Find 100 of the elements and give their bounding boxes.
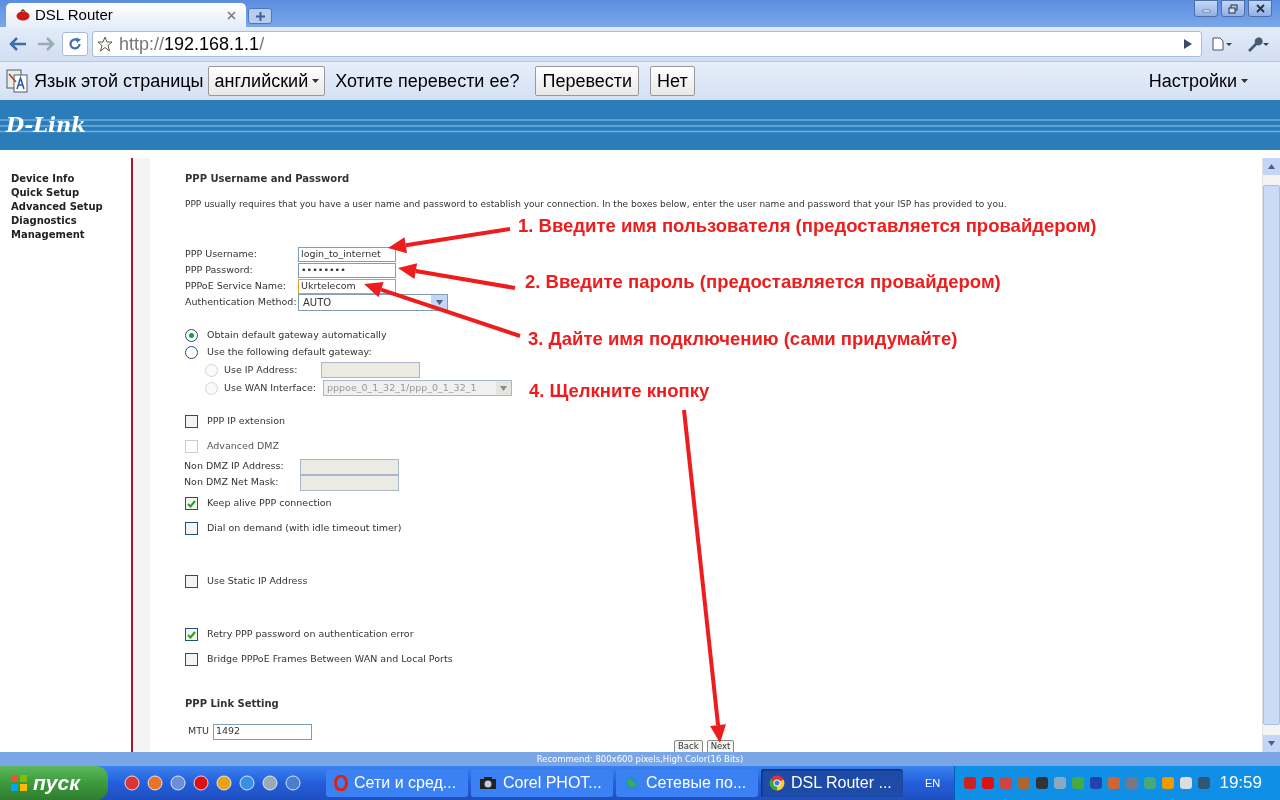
- globe-icon: [624, 775, 640, 791]
- radio-label: Use IP Address:: [224, 362, 299, 377]
- translate-icon: [6, 69, 28, 93]
- nav-link[interactable]: Device Info: [11, 172, 131, 186]
- radio-button[interactable]: [185, 329, 198, 342]
- mtu-label: MTU: [188, 724, 209, 739]
- tray-icon[interactable]: [981, 776, 995, 790]
- field-label: PPPoE Service Name:: [185, 279, 288, 294]
- field-label: Authentication Method:: [185, 295, 298, 310]
- checkbox-label: Bridge PPPoE Frames Between WAN and Local Ports: [207, 652, 453, 667]
- windows-logo-icon: [10, 774, 28, 792]
- checkbox-label: Keep alive PPP connection: [207, 496, 332, 511]
- dropdown-button[interactable]: [496, 381, 511, 395]
- checkbox-label: PPP IP extension: [207, 414, 286, 429]
- quick-launch-icon[interactable]: [170, 775, 186, 791]
- plus-icon: [255, 11, 265, 21]
- page-icon: [1211, 37, 1233, 51]
- checkbox[interactable]: [185, 628, 198, 641]
- checkbox[interactable]: [185, 575, 198, 588]
- quick-launch-icon[interactable]: [147, 775, 163, 791]
- close-icon: [1255, 4, 1265, 13]
- text-field[interactable]: [300, 458, 399, 475]
- taskbar-button[interactable]: Сети и сред...: [326, 769, 468, 797]
- quick-launch-icon[interactable]: [216, 775, 232, 791]
- radio-label: Obtain default gateway automatically: [207, 328, 387, 343]
- restore-icon: [1228, 3, 1238, 14]
- checkbox[interactable]: [185, 497, 198, 510]
- nav-link[interactable]: Quick Setup: [11, 186, 131, 200]
- quick-launch-icon[interactable]: [262, 775, 278, 791]
- tab-title: DSL Router: [35, 4, 114, 25]
- minimize-button[interactable]: [1194, 0, 1218, 17]
- section-title: PPP Username and Password: [185, 172, 351, 186]
- check-icon: [187, 630, 196, 639]
- scroll-down-button[interactable]: [1263, 735, 1280, 752]
- start-button[interactable]: пуск: [0, 766, 108, 800]
- nav-link[interactable]: Advanced Setup: [11, 200, 131, 214]
- reload-icon: [68, 37, 82, 51]
- settings-menu[interactable]: Настройки: [1148, 67, 1248, 95]
- tray-icon[interactable]: [1179, 776, 1193, 790]
- checkbox-label: Retry PPP password on authentication error: [207, 627, 414, 642]
- caret-icon: [1241, 79, 1248, 83]
- browser-tab[interactable]: DSL Router: [6, 3, 246, 27]
- annotation-text: 1. Введите имя пользователя (предоставляется провайдером): [518, 215, 1097, 237]
- scroll-up-button[interactable]: [1263, 158, 1280, 175]
- quick-launch-icon[interactable]: [285, 775, 301, 791]
- language-select[interactable]: английский: [208, 66, 326, 96]
- wrench-icon: [1246, 36, 1270, 52]
- letter-o-icon: [334, 775, 348, 791]
- next-button[interactable]: Next: [706, 740, 735, 752]
- forward-icon[interactable]: [37, 37, 55, 51]
- maximize-button[interactable]: [1221, 0, 1245, 17]
- checkbox-label: Advanced DMZ: [207, 439, 279, 454]
- field-label: PPP Username:: [185, 247, 258, 262]
- address-bar[interactable]: http://192.168.1.1/: [92, 31, 1202, 57]
- close-icon[interactable]: [227, 10, 236, 20]
- description: PPP usually requires that you have a user name and password to establish your connection. In the boxes below, enter the user name and password that your ISP has provided to you.: [185, 198, 1008, 211]
- nav-link[interactable]: Management: [11, 228, 131, 242]
- camera-icon: [479, 776, 497, 790]
- start-label: пуск: [33, 770, 80, 797]
- back-icon[interactable]: [9, 37, 27, 51]
- text-field[interactable]: login_to_internet: [298, 247, 396, 262]
- close-button[interactable]: [1248, 0, 1272, 17]
- tray-icon[interactable]: [1035, 776, 1049, 790]
- translate-question: Хотите перевести ее?: [335, 69, 520, 93]
- tray-icon[interactable]: [1089, 776, 1103, 790]
- password-field[interactable]: ••••••••: [298, 263, 396, 278]
- checkbox[interactable]: [185, 653, 198, 666]
- radio-label: Use the following default gateway:: [207, 345, 372, 360]
- caret-icon: [1268, 741, 1275, 746]
- field-label: PPP Password:: [185, 263, 254, 278]
- caret-icon: [312, 79, 320, 83]
- tomato-icon: [16, 9, 30, 21]
- reload-button[interactable]: [62, 32, 88, 56]
- checkbox[interactable]: [185, 522, 198, 535]
- quick-launch-icon[interactable]: [124, 775, 140, 791]
- language-indicator[interactable]: EN: [925, 774, 941, 792]
- chrome-icon: [769, 775, 785, 791]
- caret-icon: [435, 300, 443, 305]
- translate-button[interactable]: Перевести: [535, 66, 640, 96]
- checkbox[interactable]: [185, 415, 198, 428]
- radio-button[interactable]: [185, 346, 198, 359]
- play-icon: [1183, 38, 1193, 50]
- field-label: Non DMZ Net Mask:: [184, 475, 280, 490]
- quick-launch-icon[interactable]: [193, 775, 209, 791]
- tray-icon[interactable]: [963, 776, 977, 790]
- taskbar-button[interactable]: DSL Router ...: [761, 769, 903, 797]
- mtu-field[interactable]: 1492: [212, 723, 312, 740]
- decline-button[interactable]: Нет: [650, 66, 695, 96]
- ip-address-field[interactable]: [321, 362, 420, 378]
- quick-launch-icon[interactable]: [239, 775, 255, 791]
- auth-method-select[interactable]: AUTO: [298, 294, 448, 311]
- status-text: Recommend: 800x600 pixels,High Color(16 Bits): [536, 752, 744, 766]
- nav-link[interactable]: Diagnostics: [11, 214, 131, 228]
- annotation-text: 2. Введите пароль (предоставляется провайдером): [525, 271, 1001, 293]
- taskbar-button[interactable]: Corel PHOT...: [471, 769, 613, 797]
- taskbar-button[interactable]: Сетевые по...: [616, 769, 758, 797]
- back-button[interactable]: Back: [674, 740, 703, 752]
- new-tab-button[interactable]: [248, 8, 272, 24]
- tray-icon[interactable]: [1197, 776, 1211, 790]
- clock: 19:59: [1219, 772, 1262, 795]
